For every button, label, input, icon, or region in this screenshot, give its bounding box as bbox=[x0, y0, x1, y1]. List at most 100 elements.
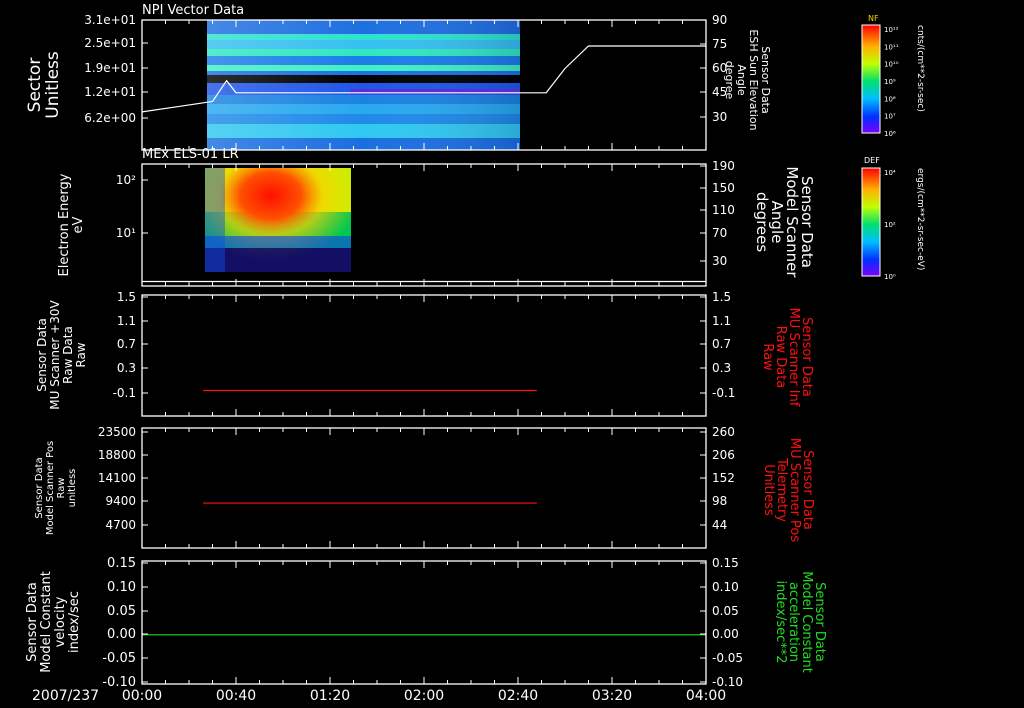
y-tick-label: 1.5 bbox=[117, 290, 136, 304]
plot-canvas: NPI Vector Data 3.1e+01 2.5e+01 1.9e+01 1.2… bbox=[25, 3, 925, 704]
colorbar-unit: cnts/(cm**2-sr-sec) bbox=[915, 25, 925, 112]
y2label-1-line-3: degrees bbox=[753, 192, 771, 253]
y-tick-label: 1.9e+01 bbox=[84, 61, 136, 75]
y-tick-label: 10¹ bbox=[116, 226, 136, 240]
colorbar-label: 10¹⁰ bbox=[884, 61, 899, 69]
y-tick-label: 0.00 bbox=[107, 627, 136, 642]
y2label-4-line-3: index/sec**2 bbox=[773, 580, 788, 663]
panel-npi: NPI Vector Data 3.1e+01 2.5e+01 1.9e+01 1.2… bbox=[84, 3, 727, 151]
y2-tick-label: -0.1 bbox=[712, 386, 735, 400]
y2-tick-label: 0.05 bbox=[712, 604, 739, 618]
y-tick-label: 10² bbox=[116, 173, 136, 187]
y-tick-label: 18800 bbox=[98, 448, 136, 462]
x-tick-label: 01:20 bbox=[310, 688, 350, 704]
colorbar-title: NF bbox=[868, 14, 879, 23]
y2-tick-label: 0.10 bbox=[712, 580, 739, 594]
panel-els: MEx ELS-01 LR 10² 10¹ 190 150 110 70 30 bbox=[116, 147, 735, 287]
ylabel-4-line-0: Sensor Data bbox=[25, 582, 40, 662]
y2-tick-label: 0.15 bbox=[712, 556, 739, 570]
ylabel-4-line-1: Model Constant bbox=[39, 571, 54, 673]
y2label-3-line-3: Unitless bbox=[761, 464, 776, 516]
colorbar-label: 10⁴ bbox=[884, 169, 896, 177]
x-tick-label: 02:00 bbox=[404, 688, 444, 704]
x-tick-label: 04:00 bbox=[686, 688, 726, 704]
colorbar-label: 10¹¹ bbox=[884, 43, 899, 51]
ylabel-3-line-2: Raw bbox=[56, 477, 67, 498]
colorbar-unit: ergs/(cm**2-sr-sec-eV) bbox=[915, 168, 925, 270]
frame bbox=[141, 294, 707, 417]
y-tick-label: 1.2e+01 bbox=[84, 85, 136, 99]
y-tick-label: 23500 bbox=[98, 425, 136, 439]
y-tick-label: 9400 bbox=[105, 494, 136, 508]
y-ticks: 1.5 1.1 0.7 0.3 -0.1 bbox=[113, 290, 148, 400]
y2-tick-label: 30 bbox=[712, 254, 727, 268]
y2-tick-label: 90 bbox=[712, 13, 727, 27]
x-tick-label: 03:20 bbox=[592, 688, 632, 704]
y2-tick-label: 152 bbox=[712, 471, 735, 485]
colorbar-label: 10⁸ bbox=[884, 95, 896, 103]
y2-tick-label: 30 bbox=[712, 110, 727, 124]
colorbar-label: 10⁷ bbox=[884, 113, 896, 121]
ylabel-2-line-0: Sensor Data bbox=[35, 318, 49, 392]
y2-tick-label: 70 bbox=[712, 226, 727, 240]
frame bbox=[141, 427, 707, 549]
y-tick-label: 14100 bbox=[98, 471, 136, 485]
y-ticks: 3.1e+01 2.5e+01 1.9e+01 1.2e+01 6.2e+00 bbox=[84, 13, 148, 125]
y2-tick-label: 1.1 bbox=[712, 314, 731, 328]
colorbar-label: 10² bbox=[884, 221, 896, 229]
y2-tick-label: 0.00 bbox=[712, 627, 739, 641]
ylabel-2-line-2: Raw Data bbox=[61, 326, 75, 384]
y-tick-label: 3.1e+01 bbox=[84, 13, 136, 27]
date-label: 2007/237 bbox=[32, 688, 99, 704]
colorbar-def: DEF 10⁴ 10² 10⁰ ergs/(cm**2-sr-sec-eV) bbox=[861, 156, 925, 281]
y2-tick-label: 260 bbox=[712, 425, 735, 439]
y2-ticks: 1.5 1.1 0.7 0.3 -0.1 bbox=[700, 290, 735, 400]
panel-title: MEx ELS-01 LR bbox=[142, 147, 239, 162]
y2-tick-label: -0.05 bbox=[712, 651, 743, 665]
panel-model-constant: 0.15 0.10 0.05 0.00 -0.05 -0.10 0.15 0.10 0.05 0… bbox=[102, 556, 743, 690]
ylabel-0-line-0: Sector bbox=[25, 58, 45, 113]
y-tick-label: 6.2e+00 bbox=[84, 111, 136, 125]
ylabel-4-line-3: index/sec bbox=[67, 591, 82, 653]
y2label-0-line-3: degree bbox=[723, 61, 736, 100]
y2-tick-label: 150 bbox=[712, 181, 735, 195]
panel-scanner-pos: 23500 18800 14100 9400 4700 260 206 152 98 44 bbox=[98, 425, 735, 549]
x-tick-label: 00:00 bbox=[122, 688, 162, 704]
colorbar-title: DEF bbox=[864, 156, 880, 165]
y2-ticks: 260 206 152 98 44 bbox=[700, 425, 735, 532]
ylabel-2-line-3: Raw bbox=[74, 342, 88, 367]
y-tick-label: -0.05 bbox=[102, 651, 136, 666]
colorbar-label: 10⁶ bbox=[884, 130, 896, 138]
y-tick-label: 2.5e+01 bbox=[84, 36, 136, 50]
ylabel-3-line-3: unitless bbox=[67, 469, 78, 508]
y2-tick-label: 0.3 bbox=[712, 361, 731, 375]
colorbar-label: 10⁹ bbox=[884, 78, 896, 86]
y-ticks: 0.150.100.050.00-0.05-0.10 bbox=[102, 556, 148, 690]
y-tick-label: 0.05 bbox=[107, 604, 136, 619]
y2-tick-label: 0.7 bbox=[712, 337, 731, 351]
heatmap-npi bbox=[207, 20, 520, 150]
y2-tick-label: 75 bbox=[712, 37, 727, 51]
ylabel-4-line-2: velocity bbox=[53, 596, 68, 647]
y-tick-label: 0.15 bbox=[107, 556, 136, 571]
x-tick-label: 00:40 bbox=[216, 688, 256, 704]
y2-tick-label: 98 bbox=[712, 494, 727, 508]
y2-tick-label: -0.10 bbox=[712, 675, 743, 689]
y2-tick-label: 44 bbox=[712, 518, 727, 532]
y2label-2-line-3: Raw bbox=[760, 343, 775, 371]
ylabel-3-line-1: Model Scanner Pos bbox=[45, 441, 56, 535]
y-tick-label: 4700 bbox=[105, 518, 136, 532]
y-tick-label: 0.10 bbox=[107, 580, 136, 595]
colorbar-label: 10⁰ bbox=[884, 273, 896, 281]
y-tick-label: 0.7 bbox=[117, 337, 136, 351]
y2-tick-label: 1.5 bbox=[712, 290, 731, 304]
colorbar-label: 10¹² bbox=[884, 26, 899, 34]
ylabel-0-line-1: Unitless bbox=[43, 51, 63, 119]
frame bbox=[141, 560, 707, 685]
y-ticks: 10² 10¹ bbox=[116, 173, 148, 240]
ylabel-2-line-1: MU Scanner +30V bbox=[48, 300, 62, 410]
y2-tick-label: 206 bbox=[712, 448, 735, 462]
y-tick-label: 0.3 bbox=[117, 361, 136, 375]
colorbar-nf: NF 10¹² 10¹¹ 10¹⁰ 10⁹ 10⁸ 10⁷ 10⁶ cnts/(cm**2-… bbox=[861, 14, 925, 138]
y-ticks: 23500 18800 14100 9400 4700 bbox=[98, 425, 148, 532]
